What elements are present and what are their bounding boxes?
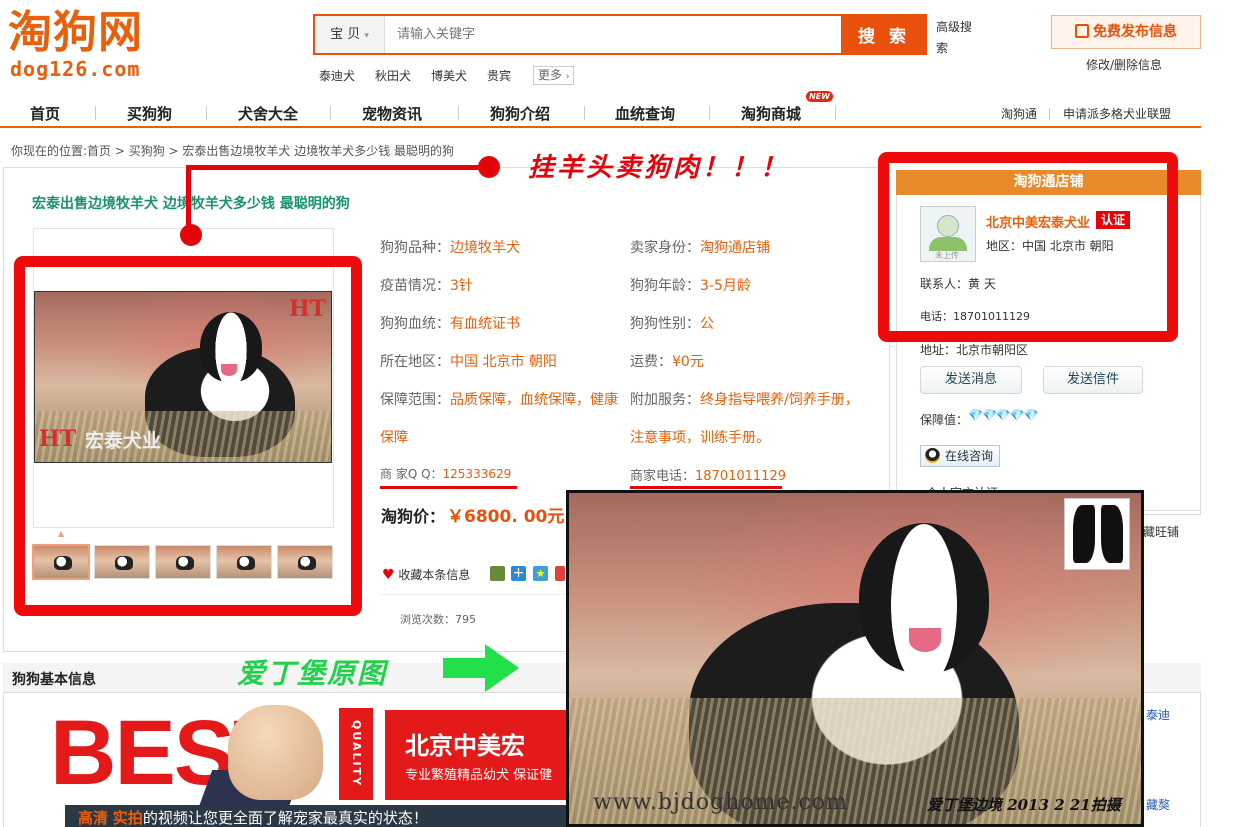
info-guarantee: 保障范围：品质保障，血统保障，健康 (380, 392, 618, 408)
banner-quality: QUALITY (339, 708, 373, 800)
price-value: ￥6800. 00元 (447, 507, 565, 527)
search-button[interactable]: 搜 索 (841, 16, 927, 53)
divider (380, 594, 570, 595)
nav-divider (709, 106, 710, 120)
side-link-teddy[interactable]: 泰迪 (1146, 706, 1170, 723)
guarantee-label: 保障值： (920, 413, 969, 427)
info-extra-service: 附加服务：终身指导喂养/饲养手册， (630, 392, 859, 408)
chevron-right-icon: › (565, 72, 570, 82)
share-icon-weibo[interactable] (555, 566, 565, 581)
favorite-link[interactable]: ♥ 收藏本条信息 (382, 566, 470, 583)
basic-info-title: 狗狗基本信息 (12, 672, 96, 688)
nav-item-pedigree[interactable]: 血统查询 (615, 103, 675, 124)
site-logo-domain[interactable]: dog126.com (10, 57, 140, 81)
nav-divider (206, 106, 207, 120)
nav-item-home[interactable]: 首页 (30, 103, 60, 124)
info-gender: 狗狗性别：公 (630, 316, 714, 332)
kennel-logo-icon (1064, 498, 1130, 570)
banner-subtitle: 专业繁殖精品幼犬 保证健 (405, 768, 553, 783)
share-icon-star[interactable]: ★ (533, 566, 548, 581)
photo-caption-date: 爱丁堡边境 2013 2 21拍摄 (927, 796, 1121, 814)
search-input[interactable] (387, 18, 837, 51)
modify-delete-link[interactable]: 修改/删除信息 (1086, 56, 1162, 73)
send-letter-button[interactable]: 发送信件 (1043, 366, 1143, 394)
diamond-rating-icon: 💎💎💎💎💎 (968, 408, 1039, 422)
chevron-down-icon: ▾ (364, 31, 369, 41)
nav-link-join-alliance[interactable]: 申请派多格犬业联盟 (1063, 105, 1171, 122)
share-icon-plus[interactable]: + (511, 566, 526, 581)
nav-item-pet-news[interactable]: 宠物资讯 (362, 103, 422, 124)
green-arrow-icon (443, 644, 519, 692)
shop-address: 地址：北京市朝阳区 (920, 343, 1029, 357)
view-count: 浏览次数：795 (400, 613, 476, 626)
search-category-select[interactable]: 宝 贝 ▾ (315, 16, 385, 53)
nav-divider (458, 106, 459, 120)
hot-keyword-link[interactable]: 泰迪犬 (319, 67, 355, 84)
info-region: 所在地区：中国 北京市 朝阳 (380, 354, 557, 370)
heart-icon: ♥ (382, 567, 395, 583)
nav-divider (835, 106, 836, 120)
annotation-red-frame (878, 152, 1178, 342)
price-label: 淘狗价： (381, 507, 446, 526)
info-qq: 商 家Q Q：125333629 (380, 467, 512, 481)
nav-divider (1049, 108, 1050, 120)
info-breed: 狗狗品种：边境牧羊犬 (380, 240, 520, 256)
info-seller-identity: 卖家身份：淘狗通店铺 (630, 240, 770, 256)
info-extra-service-cont: 注意事项，训练手册。 (630, 430, 770, 446)
annotation-underline (630, 486, 782, 489)
annotation-red-frame (14, 256, 362, 616)
hot-keyword-link[interactable]: 贵宾 (487, 67, 511, 84)
annotation-underline (380, 486, 517, 489)
info-guarantee-cont: 保障 (380, 430, 408, 446)
nav-item-dog-intro[interactable]: 狗狗介绍 (490, 103, 550, 124)
info-pedigree: 狗狗血统：有血统证书 (380, 316, 520, 332)
share-icon-user[interactable] (490, 566, 505, 581)
nav-divider (95, 106, 96, 120)
info-age: 狗狗年龄：3-5月龄 (630, 278, 751, 294)
shop-store-link[interactable]: 藏旺铺 (1143, 523, 1179, 540)
photo-caption-url: www.bjdoghome.com (593, 790, 848, 815)
search-bar: 宝 贝 ▾ 搜 索 (313, 14, 927, 55)
banner-thumbs-up-icon (228, 705, 323, 800)
edit-icon (1075, 24, 1089, 38)
annotation-connector (186, 165, 488, 170)
annotation-dot (478, 156, 500, 178)
logo-shape (1101, 505, 1123, 563)
publish-button[interactable]: 免费发布信息 (1051, 15, 1201, 49)
hot-keyword-link[interactable]: 博美犬 (431, 67, 467, 84)
online-consult-button[interactable]: 在线咨询 (920, 445, 1000, 467)
breadcrumb: 你现在的位置:首页 > 买狗狗 > 宏泰出售边境牧羊犬 边境牧羊犬多少钱 最聪明… (11, 144, 455, 158)
info-vaccine: 疫苗情况：3针 (380, 278, 473, 294)
site-logo[interactable]: 淘狗网 (8, 10, 143, 56)
nav-item-kennels[interactable]: 犬舍大全 (238, 103, 298, 124)
annotation-text-top: 挂羊头卖狗肉！！！ (528, 153, 790, 183)
hot-keyword-link[interactable]: 秋田犬 (375, 67, 411, 84)
nav-link-taogoutong[interactable]: 淘狗通 (1001, 105, 1037, 122)
info-shipping: 运费：¥0元 (630, 354, 704, 370)
logo-shape (1073, 505, 1095, 563)
banner-title: 北京中美宏 (405, 732, 525, 760)
new-badge: NEW (806, 91, 833, 102)
nav-divider (584, 106, 585, 120)
nav-item-mall[interactable]: 淘狗商城 (741, 103, 801, 124)
video-banner-text: 高清 实拍的视频让您更全面了解宠家最真实的状态！ (78, 809, 428, 827)
side-link-mastiff[interactable]: 藏獒 (1146, 796, 1170, 813)
info-phone: 商家电话：18701011129 (630, 469, 786, 484)
dog-tongue (909, 628, 941, 652)
original-dog-photo[interactable] (566, 490, 1144, 827)
annotation-dot (180, 224, 202, 246)
nav-divider (330, 106, 331, 120)
send-message-button[interactable]: 发送消息 (920, 366, 1022, 394)
qq-icon (925, 448, 940, 463)
nav-item-buy-dog[interactable]: 买狗狗 (127, 103, 172, 124)
annotation-text-bottom: 爱丁堡原图 (237, 657, 388, 690)
advanced-search-link[interactable]: 高级搜索 (936, 17, 976, 59)
more-keywords-button[interactable]: 更多 › (533, 66, 575, 85)
